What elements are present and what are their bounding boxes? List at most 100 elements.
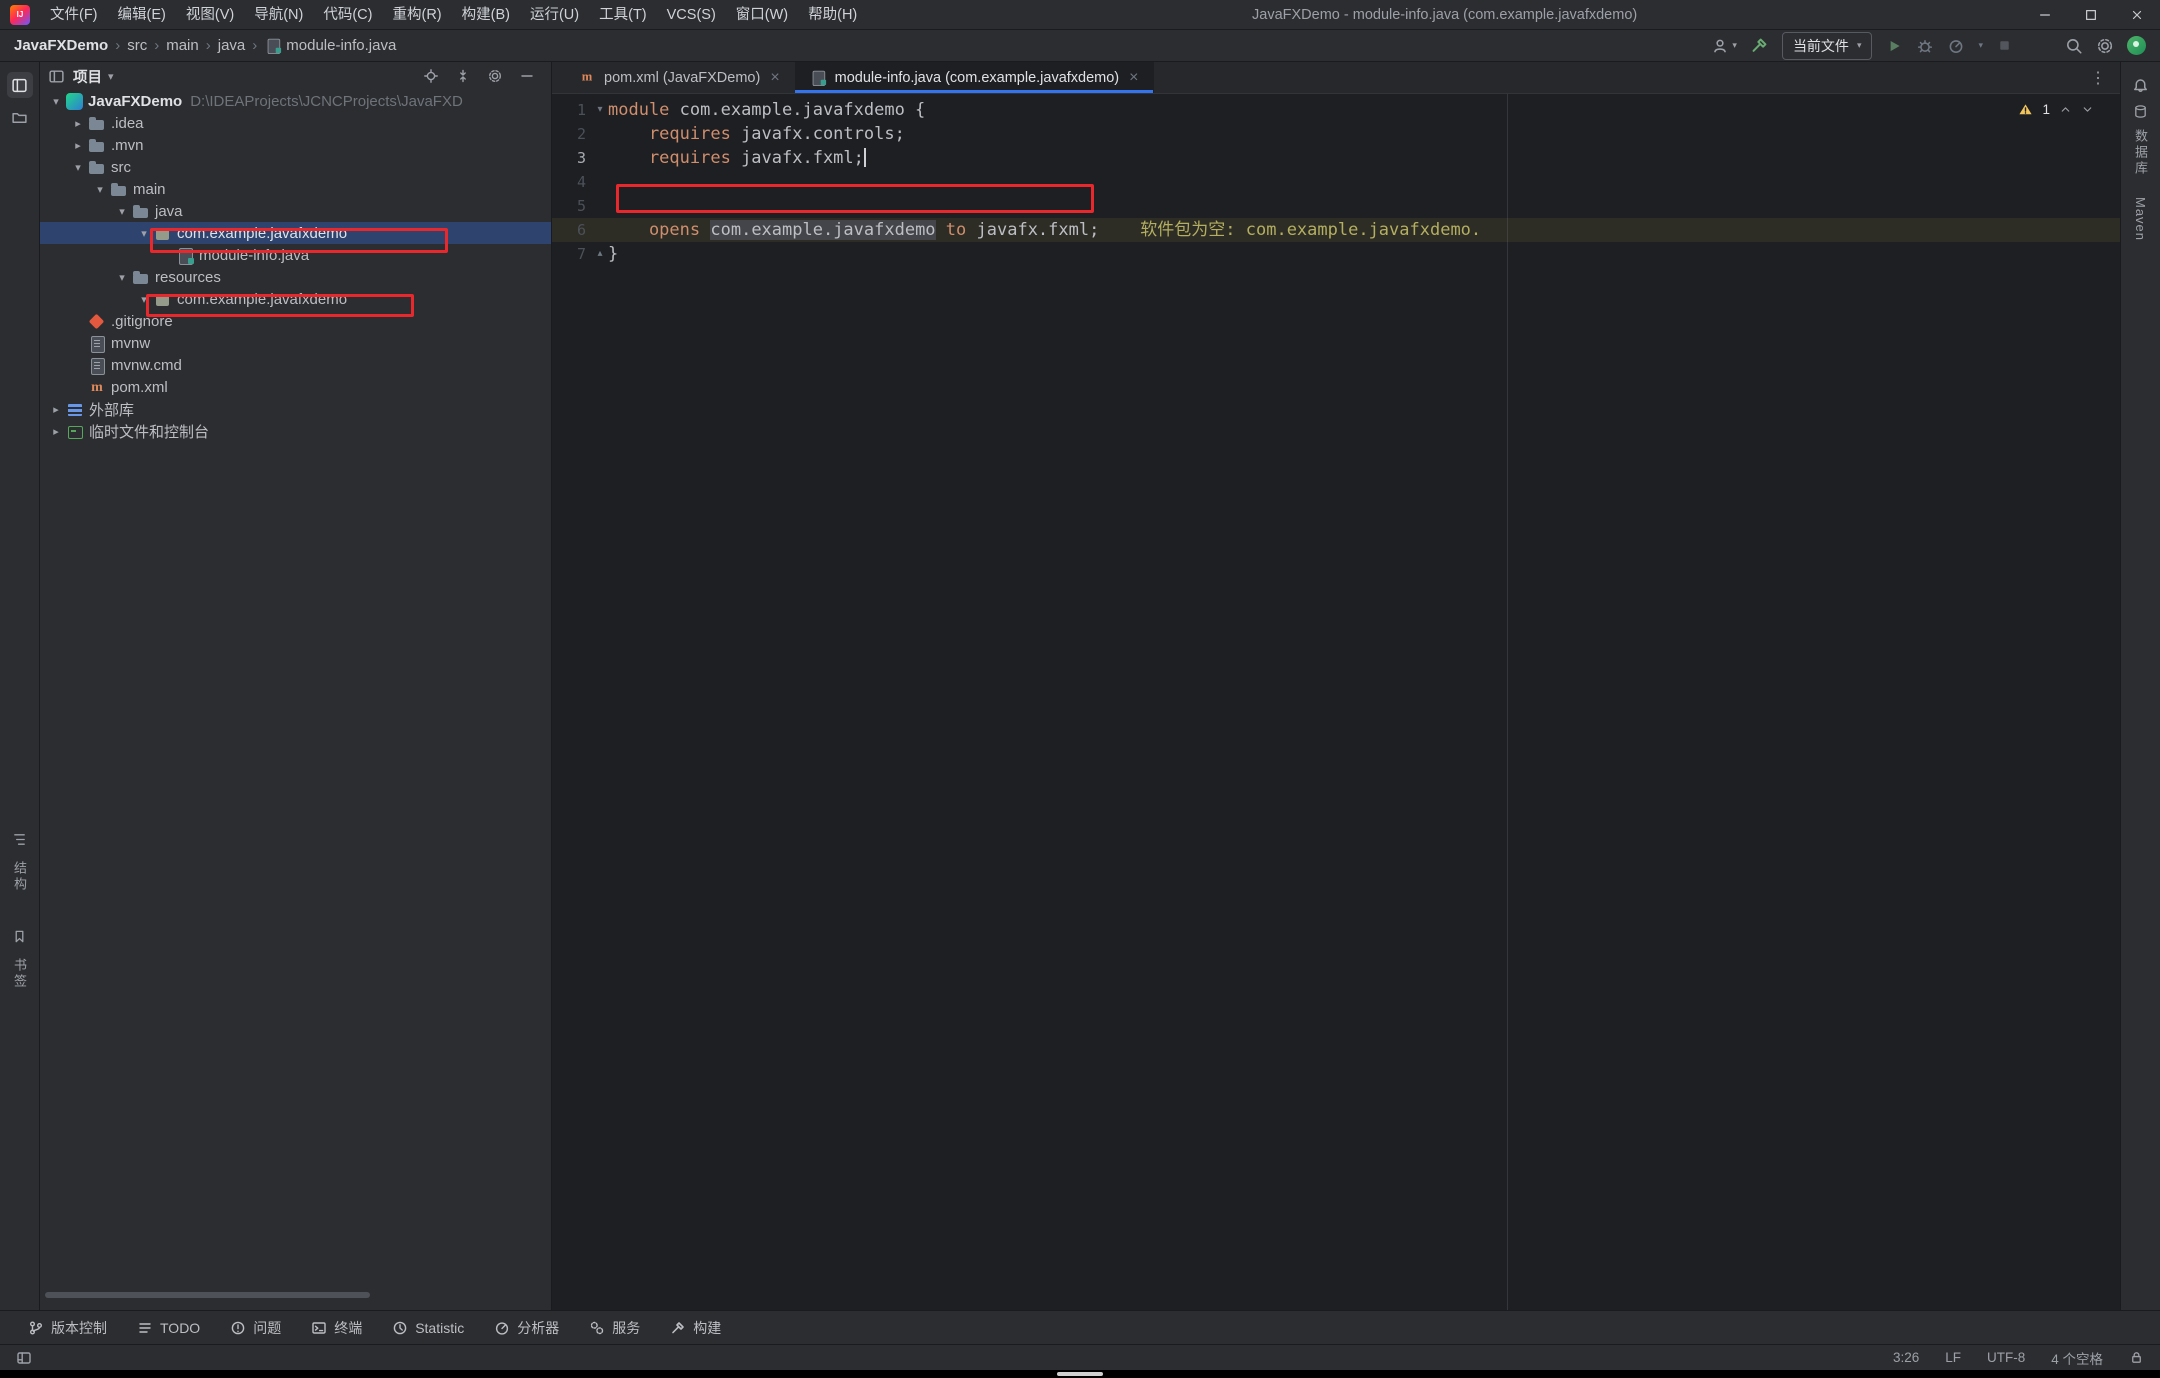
tool-statistic[interactable]: Statistic bbox=[380, 1315, 476, 1341]
tool-profiler[interactable]: 分析器 bbox=[482, 1315, 571, 1341]
file-encoding[interactable]: UTF-8 bbox=[1987, 1350, 2025, 1365]
menu-tools[interactable]: 工具(T) bbox=[589, 0, 657, 30]
menu-run[interactable]: 运行(U) bbox=[520, 0, 589, 30]
tree-item-external-libraries[interactable]: ▸ 外部库 bbox=[40, 398, 551, 420]
menu-view[interactable]: 视图(V) bbox=[176, 0, 244, 30]
commit-toolwindow-button[interactable] bbox=[7, 104, 33, 130]
project-panel-header: 项目 ▾ bbox=[40, 62, 551, 90]
layout-settings-icon[interactable] bbox=[16, 1350, 32, 1366]
code-editor[interactable]: 1 ▾ module com.example.javafxdemo { 2 re… bbox=[552, 94, 2120, 1310]
fold-open-icon[interactable]: ▾ bbox=[592, 98, 608, 122]
menu-file[interactable]: 文件(F) bbox=[40, 0, 108, 30]
tree-item-main[interactable]: ▾ main bbox=[40, 178, 551, 200]
tool-terminal[interactable]: 终端 bbox=[299, 1315, 374, 1341]
menu-navigate[interactable]: 导航(N) bbox=[244, 0, 313, 30]
project-panel-title[interactable]: 项目 bbox=[73, 66, 102, 87]
chevron-expanded-icon[interactable]: ▾ bbox=[46, 95, 66, 108]
search-icon[interactable] bbox=[2065, 37, 2083, 55]
chevron-down-icon[interactable]: ▾ bbox=[108, 70, 114, 83]
tool-build[interactable]: 构建 bbox=[658, 1315, 733, 1341]
hide-panel-icon[interactable] bbox=[519, 68, 535, 84]
tree-item-java[interactable]: ▾ java bbox=[40, 200, 551, 222]
tool-problems[interactable]: 问题 bbox=[218, 1315, 293, 1341]
debug-bug-icon[interactable] bbox=[1916, 37, 1934, 55]
build-hammer-icon[interactable] bbox=[1750, 36, 1769, 55]
lock-icon[interactable] bbox=[2129, 1350, 2144, 1365]
tree-item-gitignore[interactable]: .gitignore bbox=[40, 310, 551, 332]
breadcrumb-project[interactable]: JavaFXDemo bbox=[14, 37, 108, 54]
menu-window[interactable]: 窗口(W) bbox=[726, 0, 798, 30]
chevron-collapsed-icon[interactable]: ▸ bbox=[46, 403, 66, 416]
breadcrumb-java[interactable]: java bbox=[218, 37, 246, 54]
chevron-expanded-icon[interactable]: ▾ bbox=[90, 183, 110, 196]
breadcrumb-main[interactable]: main bbox=[166, 37, 199, 54]
chevron-expanded-icon[interactable]: ▾ bbox=[134, 227, 154, 240]
maven-toolwindow-button[interactable]: Maven bbox=[2133, 187, 2148, 251]
menu-build[interactable]: 构建(B) bbox=[452, 0, 520, 30]
run-button[interactable] bbox=[1885, 37, 1903, 55]
project-toolwindow-button[interactable] bbox=[7, 72, 33, 98]
horizontal-scrollbar[interactable] bbox=[45, 1292, 370, 1298]
plugin-icon[interactable] bbox=[2127, 36, 2146, 55]
tree-item-idea[interactable]: ▸ .idea bbox=[40, 112, 551, 134]
prev-warning-icon[interactable] bbox=[2059, 103, 2072, 116]
breadcrumb-src[interactable]: src bbox=[127, 37, 147, 54]
tab-pom-xml[interactable]: m pom.xml (JavaFXDemo) × bbox=[564, 62, 795, 93]
tree-item-resources[interactable]: ▾ resources bbox=[40, 266, 551, 288]
tool-todo[interactable]: TODO bbox=[125, 1315, 212, 1341]
tree-item-project-root[interactable]: ▾ JavaFXDemo D:\IDEAProjects\JCNCProject… bbox=[40, 90, 551, 112]
stop-button[interactable] bbox=[1996, 37, 2013, 54]
tool-services[interactable]: 服务 bbox=[577, 1315, 652, 1341]
menu-edit[interactable]: 编辑(E) bbox=[108, 0, 176, 30]
locate-file-icon[interactable] bbox=[423, 68, 439, 84]
database-toolwindow-button[interactable]: 数据库 bbox=[2131, 104, 2150, 187]
notifications-toolwindow-button[interactable] bbox=[2128, 72, 2154, 98]
caret-position[interactable]: 3:26 bbox=[1893, 1350, 1919, 1365]
next-warning-icon[interactable] bbox=[2081, 103, 2094, 116]
menu-help[interactable]: 帮助(H) bbox=[798, 0, 867, 30]
tool-version-control[interactable]: 版本控制 bbox=[16, 1315, 119, 1341]
settings-gear-icon[interactable] bbox=[2096, 37, 2114, 55]
user-account-button[interactable]: ▾ bbox=[1711, 37, 1737, 55]
profiler-icon[interactable] bbox=[1947, 37, 1965, 55]
menu-refactor[interactable]: 重构(R) bbox=[382, 0, 451, 30]
chevron-collapsed-icon[interactable]: ▸ bbox=[68, 117, 88, 130]
close-button[interactable] bbox=[2114, 0, 2160, 30]
minimize-button[interactable] bbox=[2022, 0, 2068, 30]
tree-item-src[interactable]: ▾ src bbox=[40, 156, 551, 178]
tree-item-mvn[interactable]: ▸ .mvn bbox=[40, 134, 551, 156]
tree-item-pom[interactable]: m pom.xml bbox=[40, 376, 551, 398]
bookmarks-toolwindow-button[interactable]: 书签 bbox=[10, 929, 29, 1000]
tree-item-module-info[interactable]: module-info.java bbox=[40, 244, 551, 266]
chevron-collapsed-icon[interactable]: ▸ bbox=[68, 139, 88, 152]
panel-settings-gear-icon[interactable] bbox=[487, 68, 503, 84]
fold-close-icon[interactable]: ▴ bbox=[592, 242, 608, 266]
chevron-expanded-icon[interactable]: ▾ bbox=[112, 271, 132, 284]
menu-code[interactable]: 代码(C) bbox=[313, 0, 382, 30]
chevron-expanded-icon[interactable]: ▾ bbox=[112, 205, 132, 218]
maximize-button[interactable] bbox=[2068, 0, 2114, 30]
more-tabs-icon[interactable]: ⋮ bbox=[2076, 62, 2120, 93]
breadcrumb-file[interactable]: module-info.java bbox=[286, 37, 396, 54]
close-icon[interactable]: × bbox=[770, 69, 779, 87]
chevron-collapsed-icon[interactable]: ▸ bbox=[46, 425, 66, 438]
tree-item-mvnw[interactable]: mvnw bbox=[40, 332, 551, 354]
run-options-chevron-icon[interactable]: ▾ bbox=[1978, 40, 1983, 51]
structure-toolwindow-button[interactable]: 结构 bbox=[10, 832, 29, 903]
tree-item-label: mvnw bbox=[111, 335, 150, 352]
line-separator[interactable]: LF bbox=[1945, 1350, 1961, 1365]
menu-vcs[interactable]: VCS(S) bbox=[657, 0, 726, 30]
tree-item-package-java[interactable]: ▾ com.example.javafxdemo bbox=[40, 222, 551, 244]
close-icon[interactable]: × bbox=[1129, 69, 1138, 87]
indent-setting[interactable]: 4 个空格 bbox=[2051, 1348, 2103, 1368]
run-config-combo[interactable]: 当前文件 ▾ bbox=[1782, 32, 1873, 60]
collapse-all-icon[interactable] bbox=[455, 68, 471, 84]
tree-item-label: pom.xml bbox=[111, 379, 168, 396]
tree-item-mvnw-cmd[interactable]: mvnw.cmd bbox=[40, 354, 551, 376]
inspection-widget[interactable]: 1 bbox=[2012, 100, 2100, 119]
chevron-expanded-icon[interactable]: ▾ bbox=[68, 161, 88, 174]
chevron-expanded-icon[interactable]: ▾ bbox=[134, 293, 154, 306]
tree-item-package-resources[interactable]: ▾ com.example.javafxdemo bbox=[40, 288, 551, 310]
tree-item-scratches[interactable]: ▸ 临时文件和控制台 bbox=[40, 420, 551, 442]
tab-module-info[interactable]: module-info.java (com.example.javafxdemo… bbox=[795, 62, 1154, 93]
